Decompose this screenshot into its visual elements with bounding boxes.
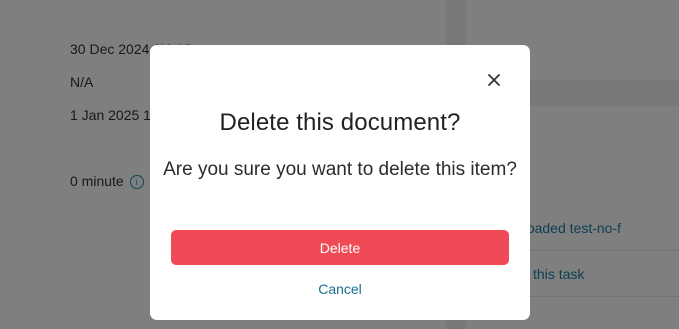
close-button[interactable] [483,69,505,91]
close-icon [488,74,500,86]
dialog-message: Are you sure you want to delete this ite… [163,159,517,180]
cancel-button[interactable]: Cancel [150,281,530,297]
dialog-title: Delete this document? [219,109,461,136]
delete-button[interactable]: Delete [171,230,509,265]
delete-confirmation-dialog: Delete this document? Are you sure you w… [150,45,530,320]
